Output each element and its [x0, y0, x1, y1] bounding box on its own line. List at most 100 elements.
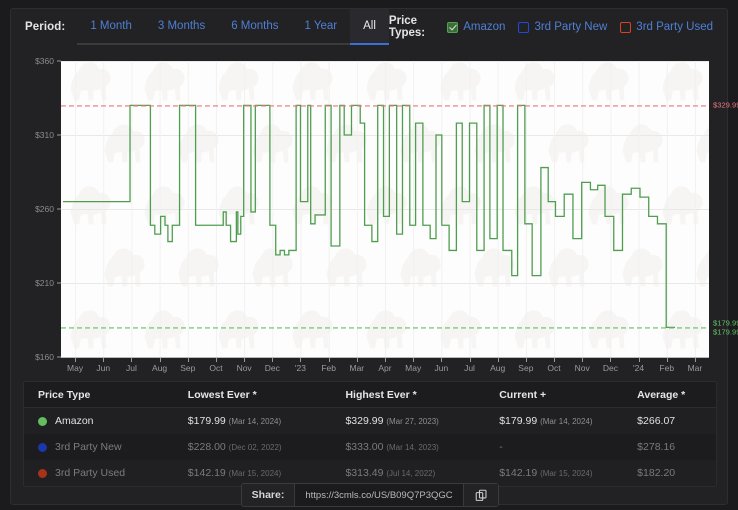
chart-toolbar: Period: 1 Month3 Months6 Months1 YearAll… — [11, 9, 729, 45]
y-tick-mark — [57, 61, 61, 62]
period-label: Period: — [25, 21, 65, 33]
annotation-label-low-1: $179.99 — [713, 319, 738, 328]
x-tick-mark — [639, 358, 640, 362]
x-tick-label: Nov — [575, 363, 590, 373]
x-tick-mark — [216, 358, 217, 362]
x-tick-mark — [385, 358, 386, 362]
price-type-cell: 3rd Party Used — [38, 467, 188, 479]
x-tick-mark — [329, 358, 330, 362]
table-header-row: Price Type Lowest Ever * Highest Ever * … — [24, 382, 716, 408]
lowest-ever-cell: $179.99 (Mar 14, 2024) — [188, 415, 346, 427]
x-tick-label: Feb — [321, 363, 336, 373]
price-history-page: Period: 1 Month3 Months6 Months1 YearAll… — [0, 0, 738, 510]
y-tick-label: $160 — [35, 352, 54, 362]
x-tick-mark — [103, 358, 104, 362]
x-tick-mark — [441, 358, 442, 362]
price-type-name: Amazon — [55, 415, 94, 427]
price-summary-table: Price Type Lowest Ever * Highest Ever * … — [23, 381, 717, 487]
copy-icon[interactable] — [464, 484, 498, 506]
x-tick-label: Aug — [490, 363, 505, 373]
x-tick-label: Sep — [518, 363, 533, 373]
x-tick-label: May — [67, 363, 83, 373]
col-average: Average * — [637, 389, 716, 401]
col-highest-ever: Highest Ever * — [345, 389, 499, 401]
x-tick-mark — [498, 358, 499, 362]
price-type-name: 3rd Party Used — [55, 467, 125, 479]
annotation-label-high: $329.99 — [713, 101, 738, 110]
share-label: Share: — [242, 484, 295, 506]
average-cell: $278.16 — [637, 441, 716, 453]
price-types-label: Price Types: — [389, 15, 433, 39]
x-tick-mark — [470, 358, 471, 362]
x-tick-mark — [582, 358, 583, 362]
price-type-amazon[interactable]: Amazon — [447, 21, 505, 33]
x-tick-label: Sep — [180, 363, 195, 373]
x-tick-label: Apr — [378, 363, 391, 373]
share-url-input[interactable]: https://3cmls.co/US/B09Q7P3QGC — [294, 484, 464, 506]
checkbox-icon[interactable] — [447, 22, 458, 33]
price-type-cell: 3rd Party New — [38, 441, 188, 453]
price-chart: $160 $210 $260 $310 $360 MayJunJulAugSep… — [23, 55, 717, 375]
price-type-checkbox-group: Amazon 3rd Party New 3rd Party Used — [447, 21, 713, 33]
price-type-label: 3rd Party New — [534, 21, 607, 33]
x-tick-mark — [300, 358, 301, 362]
highest-ever-cell: $313.49 (Jul 14, 2022) — [345, 467, 499, 479]
lowest-ever-cell: $228.00 (Dec 02, 2022) — [188, 441, 346, 453]
col-current: Current + — [499, 389, 637, 401]
price-type-3rd-party-used[interactable]: 3rd Party Used — [620, 21, 713, 33]
period-tab-1-month[interactable]: 1 Month — [77, 9, 145, 45]
x-tick-mark — [695, 358, 696, 362]
period-selector: Period: 1 Month3 Months6 Months1 YearAll — [25, 9, 389, 45]
x-tick-label: Mar — [688, 363, 703, 373]
average-cell: $182.20 — [637, 467, 716, 479]
series-color-dot — [38, 469, 47, 478]
price-type-name: 3rd Party New — [55, 441, 122, 453]
price-type-label: 3rd Party Used — [636, 21, 713, 33]
checkbox-icon[interactable] — [620, 22, 631, 33]
x-tick-label: Mar — [349, 363, 364, 373]
x-tick-mark — [357, 358, 358, 362]
lowest-ever-cell: $142.19 (Mar 15, 2024) — [188, 467, 346, 479]
share-bar: Share: https://3cmls.co/US/B09Q7P3QGC — [11, 483, 729, 507]
x-tick-mark — [413, 358, 414, 362]
period-tab-all[interactable]: All — [350, 9, 389, 45]
current-cell: $179.99 (Mar 14, 2024) — [499, 415, 637, 427]
y-tick-label: $360 — [35, 56, 54, 66]
x-tick-label: Jun — [434, 363, 448, 373]
x-tick-label: Jul — [464, 363, 475, 373]
checkbox-icon[interactable] — [518, 22, 529, 33]
x-tick-mark — [244, 358, 245, 362]
table-row: Amazon $179.99 (Mar 14, 2024) $329.99 (M… — [24, 408, 716, 434]
y-tick-label: $310 — [35, 130, 54, 140]
chart-annotation-lines — [61, 61, 709, 357]
price-type-label: Amazon — [463, 21, 505, 33]
share-box: Share: https://3cmls.co/US/B09Q7P3QGC — [241, 483, 500, 507]
price-history-card: Period: 1 Month3 Months6 Months1 YearAll… — [10, 8, 728, 505]
period-tab-3-months[interactable]: 3 Months — [145, 9, 218, 45]
x-tick-label: Jul — [126, 363, 137, 373]
price-type-3rd-party-new[interactable]: 3rd Party New — [518, 21, 607, 33]
highest-ever-cell: $333.00 (Mar 14, 2023) — [345, 441, 499, 453]
current-cell: $142.19 (Mar 15, 2024) — [499, 467, 637, 479]
x-tick-label: Dec — [603, 363, 618, 373]
y-tick-mark — [57, 283, 61, 284]
x-tick-label: May — [405, 363, 421, 373]
x-tick-label: '23 — [295, 363, 306, 373]
x-tick-label: Feb — [659, 363, 674, 373]
x-tick-label: Jun — [96, 363, 110, 373]
series-color-dot — [38, 417, 47, 426]
x-tick-label: Oct — [547, 363, 560, 373]
y-tick-mark — [57, 357, 61, 358]
col-price-type: Price Type — [38, 389, 188, 401]
period-tabs: 1 Month3 Months6 Months1 YearAll — [77, 9, 389, 45]
price-type-cell: Amazon — [38, 415, 188, 427]
current-cell: - — [499, 441, 637, 453]
period-tab-6-months[interactable]: 6 Months — [218, 9, 291, 45]
period-tab-1-year[interactable]: 1 Year — [292, 9, 351, 45]
average-cell: $266.07 — [637, 415, 716, 427]
chart-plot-area — [61, 61, 709, 357]
y-tick-mark — [57, 135, 61, 136]
y-tick-mark — [57, 209, 61, 210]
x-tick-mark — [160, 358, 161, 362]
y-tick-label: $260 — [35, 204, 54, 214]
